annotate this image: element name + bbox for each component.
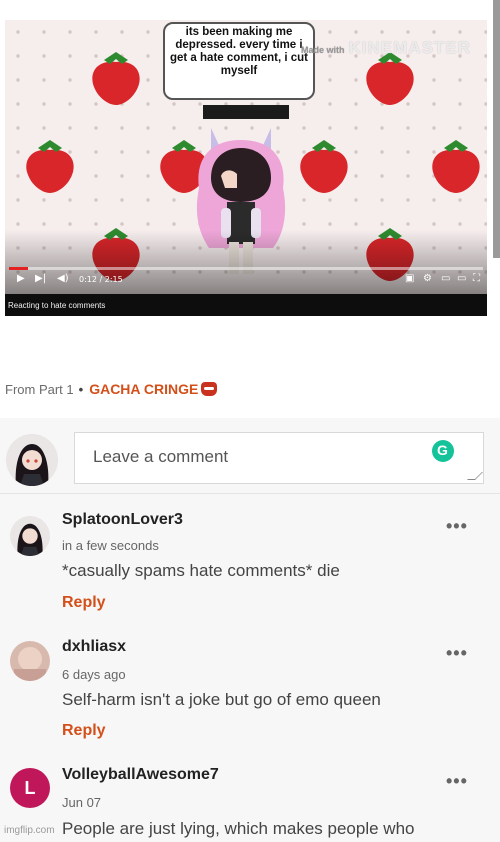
watermark-prefix: Made with: [301, 45, 345, 55]
stream-badge-icon: [201, 382, 218, 396]
comment-avatar[interactable]: [10, 516, 50, 556]
comment-username[interactable]: dxhliasx: [62, 638, 126, 656]
comment-avatar[interactable]: [10, 641, 50, 681]
imgflip-watermark: imgflip.com: [4, 825, 55, 836]
post-source: From Part 1 • GACHA CRINGE: [5, 381, 218, 397]
comment-text: People are just lying, which makes peopl…: [62, 819, 415, 838]
reply-button[interactable]: Reply: [62, 594, 106, 612]
more-options-icon[interactable]: •••: [446, 771, 468, 792]
time-display: 0:12 / 2:15: [79, 275, 123, 284]
comments-section: SplatoonLover3 in a few seconds *casuall…: [0, 418, 500, 842]
redaction-bar: [203, 105, 289, 119]
strawberry-icon: [92, 52, 140, 105]
video-controls: ▶ ▶| ◀) 0:12 / 2:15 ▣ ⚙ ▭ ▭ ⛶: [13, 273, 480, 289]
strawberry-icon: [366, 52, 414, 105]
more-options-icon[interactable]: •••: [446, 516, 468, 537]
miniplayer-icon[interactable]: ▭: [441, 273, 450, 284]
anime-avatar-image: [10, 516, 50, 556]
comment-text: *casually spams hate comments* die: [62, 561, 340, 580]
user-avatar: [6, 434, 58, 486]
theater-icon[interactable]: ▭: [457, 273, 466, 284]
fullscreen-icon[interactable]: ⛶: [473, 273, 480, 284]
comment-username[interactable]: SplatoonLover3: [62, 511, 183, 529]
video-progress-fill: [9, 267, 28, 270]
video-caption: Reacting to hate comments: [5, 294, 487, 316]
comment-timestamp: 6 days ago: [62, 667, 126, 682]
strawberry-icon: [432, 140, 480, 193]
grammarly-icon[interactable]: [432, 440, 454, 462]
video-progress-bar[interactable]: [9, 267, 483, 270]
stream-link[interactable]: GACHA CRINGE: [89, 381, 198, 397]
resize-handle-icon[interactable]: [467, 472, 483, 480]
volume-icon[interactable]: ◀): [57, 273, 69, 284]
from-label: From Part 1: [5, 382, 74, 397]
comment-input[interactable]: [91, 445, 425, 479]
comment-avatar[interactable]: L: [10, 768, 50, 808]
watermark-text: KINEMASTER: [348, 38, 471, 57]
comment-timestamp: in a few seconds: [62, 538, 159, 553]
comment-username[interactable]: VolleyballAwesome7: [62, 766, 219, 784]
strawberry-icon: [26, 140, 74, 193]
more-options-icon[interactable]: •••: [446, 643, 468, 664]
reply-button[interactable]: Reply: [62, 722, 106, 740]
speech-bubble: its been making me depressed. every time…: [163, 22, 315, 100]
divider: [0, 493, 500, 494]
kinemaster-watermark: Made with KINEMASTER: [301, 38, 471, 58]
scrollbar[interactable]: [493, 0, 500, 258]
next-icon[interactable]: ▶|: [35, 273, 46, 284]
separator-dot: •: [78, 382, 84, 397]
play-icon[interactable]: ▶: [17, 273, 25, 284]
comment-text: Self-harm isn't a joke but go of emo que…: [62, 690, 381, 709]
comment-timestamp: Jun 07: [62, 795, 102, 810]
strawberry-icon: [300, 140, 348, 193]
comment-composer[interactable]: [74, 432, 484, 484]
anime-avatar-image: [6, 434, 58, 486]
youtube-icon[interactable]: ▣: [405, 273, 414, 284]
video-thumbnail[interactable]: its been making me depressed. every time…: [5, 20, 487, 316]
settings-icon[interactable]: ⚙: [423, 273, 432, 284]
blurred-avatar-image: [10, 641, 50, 681]
